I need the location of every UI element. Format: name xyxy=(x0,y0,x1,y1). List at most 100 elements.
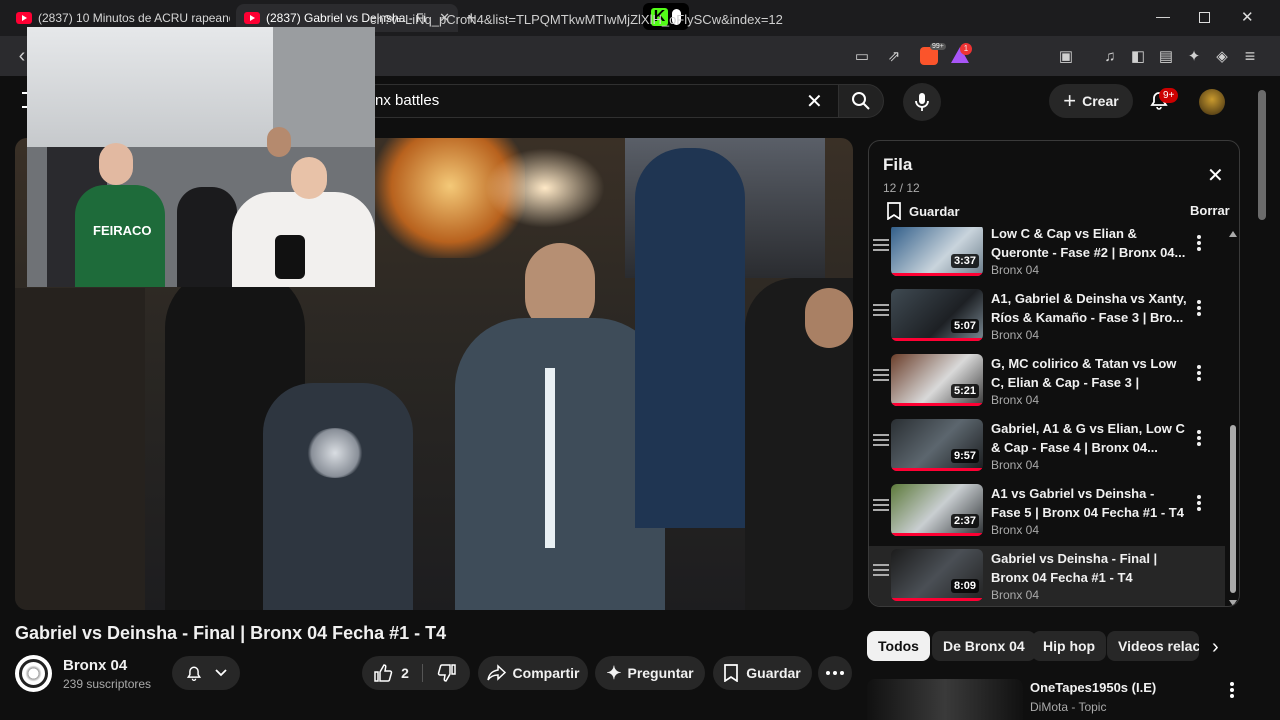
drag-handle-icon[interactable] xyxy=(873,564,889,576)
drag-handle-icon[interactable] xyxy=(873,434,889,446)
brave-shield-badge: 99+ xyxy=(930,43,946,50)
plus-icon: + xyxy=(1063,88,1077,113)
watched-progress xyxy=(891,338,983,341)
watched-progress xyxy=(891,273,983,276)
minimize-icon[interactable]: — xyxy=(1156,8,1170,24)
chip-related[interactable]: Videos relac xyxy=(1107,631,1199,661)
notifications-badge: 9+ xyxy=(1159,88,1179,103)
divider xyxy=(422,664,423,682)
scroll-down-icon[interactable] xyxy=(1229,600,1237,606)
dislike-button[interactable] xyxy=(424,656,470,690)
queue-item-current[interactable]: 8:09 Gabriel vs Deinsha - Final | Bronx … xyxy=(869,546,1225,606)
chips-next-icon[interactable]: › xyxy=(1212,636,1219,659)
person-head xyxy=(99,143,133,185)
leo-ai-icon[interactable]: ✦ xyxy=(1184,46,1204,66)
drag-handle-icon[interactable] xyxy=(873,369,889,381)
voice-search-button[interactable] xyxy=(903,83,941,121)
queue-item-title: A1 vs Gabriel vs Deinsha - Fase 5 | Bron… xyxy=(991,486,1184,520)
microphone-icon xyxy=(915,93,929,111)
more-dots-icon xyxy=(826,671,830,675)
subscription-button[interactable] xyxy=(172,656,240,690)
close-queue-icon[interactable]: ✕ xyxy=(1207,163,1224,188)
queue-thumbnail: 5:21 xyxy=(891,354,983,406)
item-menu-icon[interactable] xyxy=(1197,430,1201,446)
sparkle-icon: ✦ xyxy=(606,662,622,683)
sidebar-icon[interactable]: ◧ xyxy=(1128,46,1148,66)
share-button[interactable]: Compartir xyxy=(478,656,588,690)
queue-scrollbar-thumb[interactable] xyxy=(1230,425,1236,593)
recommended-thumbnail[interactable] xyxy=(867,679,1023,720)
bookmark-icon xyxy=(724,664,739,682)
queue-item-channel: Bronx 04 xyxy=(991,263,1040,277)
youtube-favicon-icon xyxy=(244,12,260,24)
create-button[interactable]: + Crear xyxy=(1049,84,1133,118)
save-button[interactable]: Guardar xyxy=(713,656,812,690)
channel-name[interactable]: Bronx 04 xyxy=(63,657,127,674)
recommended-title[interactable]: OneTapes1950s (I.E) xyxy=(1030,680,1156,695)
video-title: Gabriel vs Deinsha - Final | Bronx 04 Fe… xyxy=(15,623,447,643)
wallet-icon[interactable]: ▤ xyxy=(1156,46,1176,66)
search-input[interactable]: nx battles xyxy=(360,84,840,118)
url-field[interactable]: ch?v=LiNq_pCroN4&list=TLPQMTkwMTIwMjZlXl… xyxy=(360,6,840,34)
share-page-icon[interactable]: ⇗ xyxy=(884,46,904,66)
account-avatar[interactable] xyxy=(1199,89,1225,115)
like-button[interactable]: 2 xyxy=(362,656,420,690)
item-menu-icon[interactable] xyxy=(1197,495,1201,511)
page-scrollbar-thumb[interactable] xyxy=(1258,90,1266,220)
maximize-icon[interactable] xyxy=(1199,12,1210,23)
vpn-icon[interactable]: ◈ xyxy=(1212,46,1232,66)
duration-badge: 8:09 xyxy=(950,579,979,593)
chip-from-channel[interactable]: De Bronx 04 xyxy=(932,631,1036,661)
queue-panel: Fila 12 / 12 ✕ Guardar Borrar 3:37 Low C… xyxy=(868,140,1240,607)
queue-item-title: Gabriel, A1 & G vs Elian, Low C & Cap - … xyxy=(991,421,1185,455)
item-menu-icon[interactable] xyxy=(1197,300,1201,316)
queue-item[interactable]: 5:21 G, MC colirico & Tatan vs Low C, El… xyxy=(869,351,1225,416)
watched-progress xyxy=(891,468,983,471)
chip-hip-hop[interactable]: Hip hop xyxy=(1032,631,1107,661)
queue-thumbnail: 9:57 xyxy=(891,419,983,471)
item-menu-icon[interactable] xyxy=(1197,365,1201,381)
search-button[interactable] xyxy=(838,84,884,118)
browser-menu-icon[interactable]: ≡ xyxy=(1240,46,1260,66)
duration-badge: 9:57 xyxy=(950,449,979,463)
media-icon[interactable]: ♫ xyxy=(1100,46,1120,66)
ask-button[interactable]: ✦ Preguntar xyxy=(595,656,705,690)
close-window-icon[interactable]: ✕ xyxy=(1241,8,1254,26)
queue-title: Fila xyxy=(883,155,913,174)
recommended-menu-icon[interactable] xyxy=(1230,682,1234,698)
item-menu-icon[interactable] xyxy=(1197,235,1201,251)
queue-list: 3:37 Low C & Cap vs Elian & Queronte - F… xyxy=(869,227,1239,606)
thumbs-up-icon xyxy=(374,664,393,682)
queue-item[interactable]: 3:37 Low C & Cap vs Elian & Queronte - F… xyxy=(869,227,1225,286)
drag-handle-icon[interactable] xyxy=(873,499,889,511)
save-queue-button[interactable]: Guardar xyxy=(887,202,960,220)
bell-icon xyxy=(186,666,202,681)
reader-mode-icon[interactable]: ▣ xyxy=(1056,46,1076,66)
drag-handle-icon[interactable] xyxy=(873,304,889,316)
webcam-overlay: FEIRACO xyxy=(27,27,375,287)
duration-badge: 5:21 xyxy=(950,384,979,398)
watched-progress xyxy=(891,403,983,406)
rewards-badge: 1 xyxy=(960,43,972,55)
ask-label: Preguntar xyxy=(627,665,694,681)
clear-search-icon[interactable]: ✕ xyxy=(806,89,823,114)
scroll-up-icon[interactable] xyxy=(1229,231,1237,237)
queue-item[interactable]: 2:37 A1 vs Gabriel vs Deinsha - Fase 5 |… xyxy=(869,481,1225,546)
queue-item[interactable]: 5:07 A1, Gabriel & Deinsha vs Xanty, Río… xyxy=(869,286,1225,351)
chip-all[interactable]: Todos xyxy=(867,631,930,661)
queue-item[interactable]: 9:57 Gabriel, A1 & G vs Elian, Low C & C… xyxy=(869,416,1225,481)
person-silhouette xyxy=(263,383,413,610)
clear-queue-button[interactable]: Borrar xyxy=(1190,203,1230,218)
chevron-down-icon xyxy=(215,669,227,677)
drag-handle-icon[interactable] xyxy=(873,239,889,251)
cast-icon[interactable]: ▭ xyxy=(852,46,872,66)
queue-thumbnail: 5:07 xyxy=(891,289,983,341)
like-dislike-group: 2 xyxy=(362,656,470,690)
channel-avatar[interactable] xyxy=(15,655,52,692)
queue-thumbnail: 8:09 xyxy=(891,549,983,601)
tab-title: (2837) 10 Minutos de ACRU rapeando xyxy=(38,11,230,25)
more-actions-button[interactable] xyxy=(818,656,852,690)
queue-thumbnail: 3:37 xyxy=(891,227,983,276)
reflective-stripe xyxy=(545,368,555,548)
queue-item-channel: Bronx 04 xyxy=(991,393,1040,407)
